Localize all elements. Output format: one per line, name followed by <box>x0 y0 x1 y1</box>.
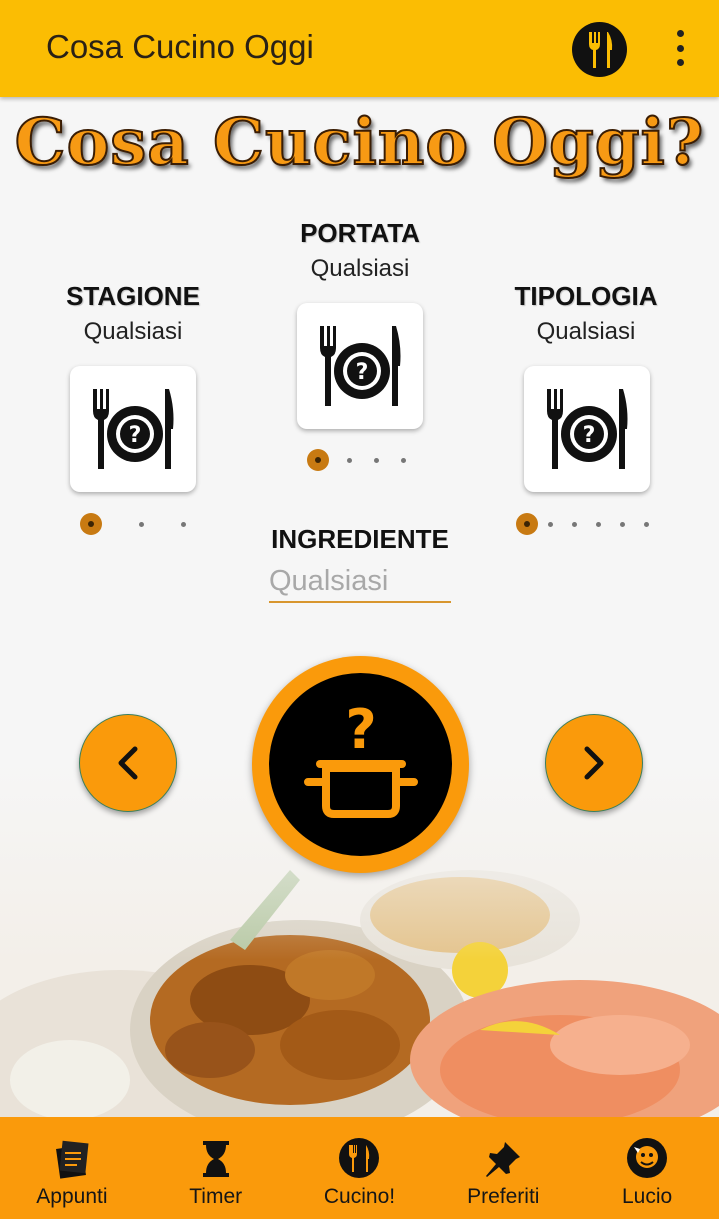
tipologia-selector-card[interactable]: ? <box>524 366 650 492</box>
ingrediente-input[interactable] <box>269 561 451 603</box>
portata-column: PORTATA Qualsiasi <box>280 218 440 283</box>
portata-selector-card[interactable]: ? <box>297 303 423 429</box>
portata-page-indicator[interactable] <box>307 449 406 471</box>
stagione-column: STAGIONE Qualsiasi <box>53 281 213 346</box>
notes-icon <box>52 1137 92 1179</box>
tipologia-value: Qualsiasi <box>536 318 636 345</box>
portata-value: Qualsiasi <box>310 255 410 282</box>
tab-preferiti[interactable]: Preferiti <box>431 1117 575 1219</box>
app-bar: Cosa Cucino Oggi <box>0 0 719 97</box>
tab-appunti[interactable]: Appunti <box>0 1117 144 1219</box>
svg-text:?: ? <box>129 423 142 448</box>
svg-text:?: ? <box>583 423 596 448</box>
fork-knife-icon <box>338 1137 380 1179</box>
tab-timer[interactable]: Timer <box>144 1117 288 1219</box>
tab-label: Lucio <box>621 1185 673 1208</box>
tab-label: Appunti <box>36 1185 108 1208</box>
tipologia-page-indicator[interactable] <box>516 513 649 535</box>
stagione-selector-card[interactable]: ? <box>70 366 196 492</box>
pot-question-icon: ? <box>303 700 418 818</box>
ingrediente-label: INGREDIENTE <box>271 524 449 554</box>
plate-question-icon: ? <box>320 326 401 406</box>
tab-cucino[interactable]: Cucino! <box>288 1117 432 1219</box>
stagione-page-indicator[interactable] <box>80 513 186 535</box>
avatar-icon <box>626 1137 668 1179</box>
pin-icon <box>483 1137 523 1179</box>
chevron-left-icon <box>118 746 138 780</box>
tab-label: Timer <box>189 1185 243 1208</box>
stagione-label: STAGIONE <box>66 281 200 311</box>
hero-title: Cosa Cucino Oggi? <box>14 104 705 181</box>
app-title: Cosa Cucino Oggi <box>46 28 314 65</box>
stagione-value: Qualsiasi <box>83 318 183 345</box>
tab-label: Cucino! <box>323 1185 396 1208</box>
plate-question-icon: ? <box>93 389 174 469</box>
fork-knife-logo-icon[interactable] <box>572 22 627 77</box>
cook-button[interactable]: ? <box>252 656 469 873</box>
plate-question-icon: ? <box>547 389 628 469</box>
previous-button[interactable] <box>79 714 177 812</box>
chevron-right-icon <box>584 746 604 780</box>
bottom-navigation: Appunti Timer Cucino! Preferiti Lucio <box>0 1117 719 1219</box>
svg-text:?: ? <box>345 700 376 761</box>
tipologia-column: TIPOLOGIA Qualsiasi <box>506 281 666 346</box>
tab-lucio[interactable]: Lucio <box>575 1117 719 1219</box>
next-button[interactable] <box>545 714 643 812</box>
hourglass-icon <box>199 1137 233 1179</box>
tab-label: Preferiti <box>467 1185 540 1208</box>
tipologia-label: TIPOLOGIA <box>514 281 658 311</box>
overflow-menu-icon[interactable] <box>668 30 692 66</box>
svg-text:?: ? <box>356 360 369 385</box>
portata-label: PORTATA <box>300 218 420 248</box>
